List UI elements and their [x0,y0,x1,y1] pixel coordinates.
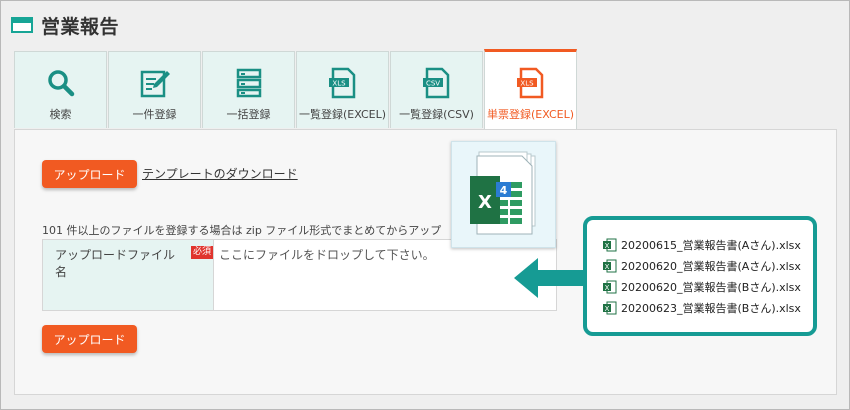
excel-files-illustration: X 4 [451,141,556,248]
tab-list-csv[interactable]: CSV 一覧登録(CSV) [390,51,483,128]
excel-letter: X [605,284,610,292]
drag-arrow [514,256,586,304]
tab-bulk-entry[interactable]: 一括登録 [202,51,295,128]
field-label: アップロードファイル名 必須 [43,240,214,310]
upload-note: 101 件以上のファイルを登録する場合は zip ファイル形式でまとめてからアッ… [42,224,442,237]
excel-file-icon: X [603,238,617,252]
file-name: 20200620_営業報告書(Bさん).xlsx [621,281,801,294]
excel-letter: X [605,263,610,271]
app-window: 営業報告 検索 一件登録 一括登録 XLS 一覧登録(EXCEL) CSV 一覧… [0,0,850,410]
file-drop-zone[interactable]: ここにファイルをドロップして下さい。 [214,240,556,310]
tab-list-excel[interactable]: XLS 一覧登録(EXCEL) [296,51,389,128]
tab-single-excel[interactable]: XLS 単票登録(EXCEL) [484,49,577,129]
excel-letter: X [605,242,610,250]
tab-badge: CSV [425,80,439,88]
file-name: 20200623_営業報告書(Bさん).xlsx [621,302,801,315]
excel-file-icon: X [603,259,617,273]
excel-count-badge: 4 [500,184,508,197]
template-download-link[interactable]: テンプレートのダウンロード [142,165,298,182]
file-item[interactable]: X 20200620_営業報告書(Bさん).xlsx [603,279,801,295]
tab-bar: 検索 一件登録 一括登録 XLS 一覧登録(EXCEL) CSV 一覧登録(CS… [14,49,578,129]
edit-form-icon [138,66,172,100]
file-item[interactable]: X 20200615_営業報告書(Aさん).xlsx [603,237,801,253]
xls-file-icon: XLS [326,66,360,100]
upload-button-top[interactable]: アップロード [42,160,137,188]
file-item[interactable]: X 20200623_営業報告書(Bさん).xlsx [603,300,801,316]
search-icon [44,66,78,100]
excel-letter: X [605,305,610,313]
field-label-text: アップロードファイル名 [55,248,176,279]
file-name: 20200620_営業報告書(Aさん).xlsx [621,260,801,273]
tab-label: 一件登録 [132,108,177,121]
window-icon [11,17,33,33]
excel-file-icon: X [603,301,617,315]
xls-file-icon: XLS [514,66,548,100]
list-stack-icon [232,66,266,100]
tab-label: 一括登録 [226,108,271,121]
tab-badge: XLS [332,80,346,88]
tab-label: 一覧登録(CSV) [399,108,474,121]
excel-file-icon: X [603,280,617,294]
excel-letter: X [478,192,492,213]
required-badge: 必須 [190,246,213,259]
tab-label: 単票登録(EXCEL) [486,108,575,121]
tab-label: 一覧登録(EXCEL) [298,108,387,121]
upload-button-bottom[interactable]: アップロード [42,325,137,353]
file-name: 20200615_営業報告書(Aさん).xlsx [621,239,801,252]
tab-search[interactable]: 検索 [14,51,107,128]
source-files-box: X 20200615_営業報告書(Aさん).xlsx X 20200620_営業… [583,216,817,336]
upload-form-row: アップロードファイル名 必須 ここにファイルをドロップして下さい。 [42,239,557,311]
tab-single-entry[interactable]: 一件登録 [108,51,201,128]
csv-file-icon: CSV [420,66,454,100]
file-item[interactable]: X 20200620_営業報告書(Aさん).xlsx [603,258,801,274]
page-header: 営業報告 [11,9,119,41]
page-title: 営業報告 [41,15,120,38]
tab-badge: XLS [520,80,534,88]
tab-label: 検索 [49,108,72,121]
